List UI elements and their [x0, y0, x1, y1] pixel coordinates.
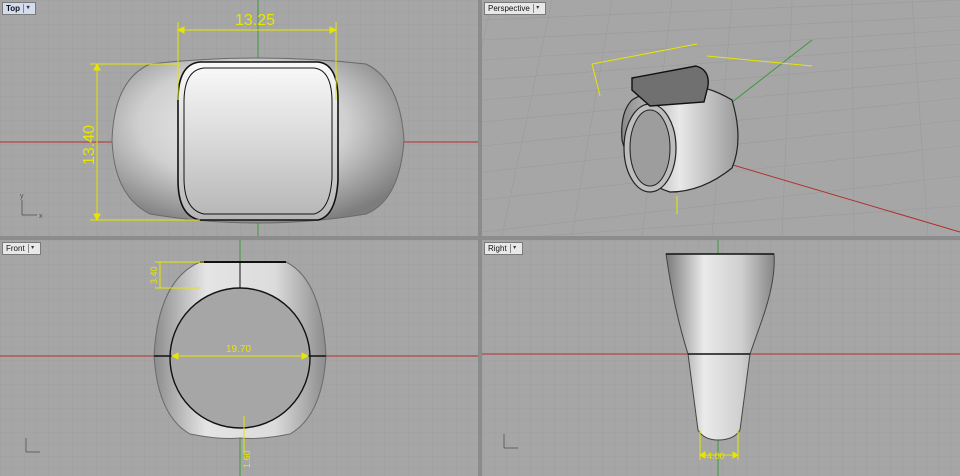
signet-face: [177, 61, 339, 221]
viewport-top[interactable]: Top ▾ 13.25 13.40 y x: [0, 0, 478, 236]
chevron-down-icon[interactable]: ▾: [509, 244, 519, 253]
front-head-height-label: 3.40: [149, 266, 159, 284]
viewport-title-front: Front: [6, 244, 25, 253]
viewport-tab-front[interactable]: Front ▾: [2, 242, 41, 255]
ring-inner-circle: [169, 287, 311, 429]
viewport-title-right: Right: [488, 244, 507, 253]
chevron-down-icon[interactable]: ▾: [532, 4, 542, 13]
perspective-view-canvas: [482, 0, 960, 236]
top-width-label: 13.25: [235, 12, 275, 29]
front-thickness-label: 1.60: [242, 450, 252, 468]
right-width-label: 4.00: [707, 451, 725, 461]
viewport-title-top: Top: [6, 4, 21, 13]
top-view-canvas: 13.25 13.40 y x: [0, 0, 478, 236]
viewport-tab-perspective[interactable]: Perspective ▾: [484, 2, 546, 15]
chevron-down-icon[interactable]: ▾: [23, 4, 32, 13]
axis-x-label: x: [39, 213, 43, 220]
chevron-down-icon[interactable]: ▾: [27, 244, 37, 253]
viewport-title-perspective: Perspective: [488, 4, 530, 13]
axis-y-label: y: [20, 193, 24, 200]
viewport-tab-top[interactable]: Top ▾: [2, 2, 37, 15]
right-view-canvas: 4.00: [482, 240, 960, 476]
front-width-label: 19.70: [226, 344, 251, 355]
viewport-perspective[interactable]: Perspective ▾: [482, 0, 960, 236]
viewport-front[interactable]: Front ▾ 19.70 3.40 1.60: [0, 240, 478, 476]
perspective-signet-face: [631, 65, 709, 107]
viewport-right[interactable]: Right ▾ 4.00: [482, 240, 960, 476]
viewport-tab-right[interactable]: Right ▾: [484, 242, 523, 255]
top-height-label: 13.40: [81, 125, 98, 165]
front-view-canvas: 19.70 3.40 1.60: [0, 240, 478, 476]
